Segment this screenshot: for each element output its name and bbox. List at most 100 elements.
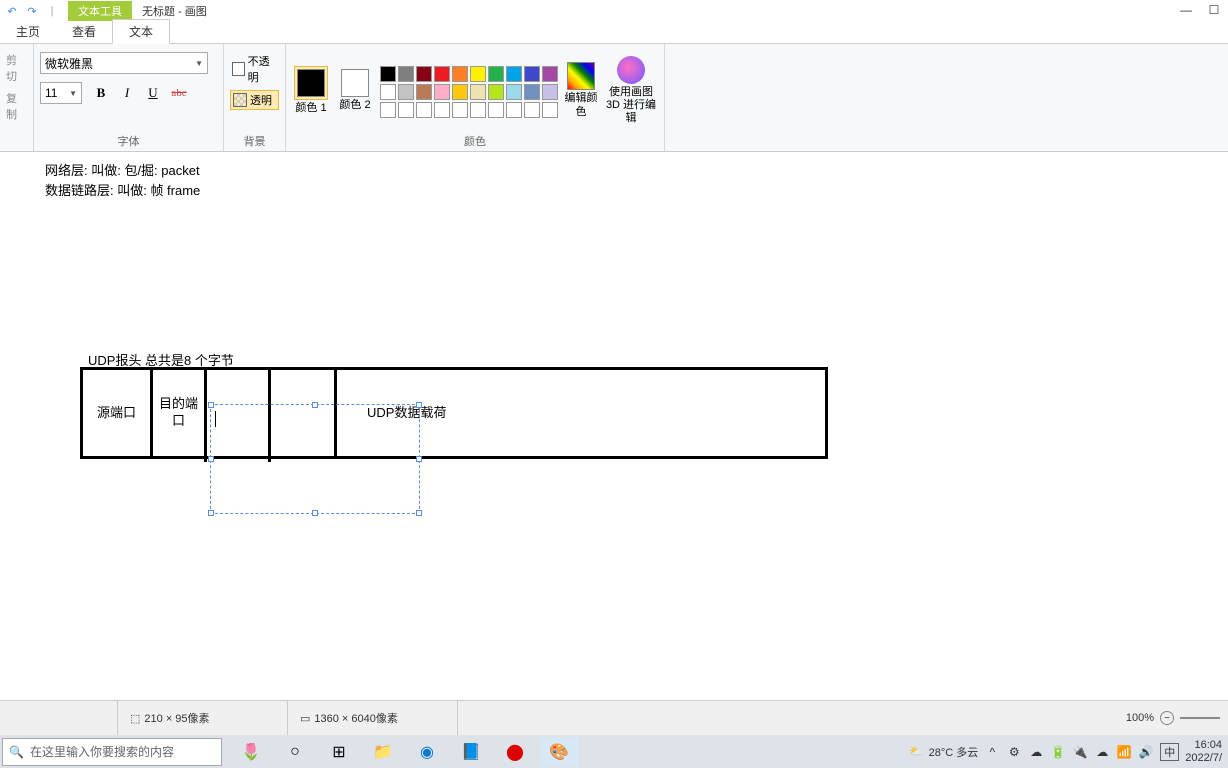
weather-icon[interactable]: ⛅ (909, 745, 923, 758)
undo-icon[interactable]: ↶ (4, 3, 20, 19)
taskview-icon[interactable]: ⊞ (320, 737, 358, 767)
opaque-icon (232, 62, 245, 76)
bold-button[interactable]: B (92, 84, 110, 102)
color-swatch[interactable] (488, 102, 504, 118)
color-swatch[interactable] (542, 102, 558, 118)
color-swatch[interactable] (506, 66, 522, 82)
record-icon[interactable]: ⬤ (496, 737, 534, 767)
italic-button[interactable]: I (118, 84, 136, 102)
cortana-icon[interactable]: ○ (276, 737, 314, 767)
titlebar: ↶ ↷ | 文本工具 无标题 - 画图 — ☐ (0, 0, 1228, 22)
canvas-text-line2: 数据链路层: 叫做: 帧 frame (45, 180, 200, 199)
battery-icon[interactable]: 🔋 (1050, 744, 1066, 760)
search-icon: 🔍 (9, 745, 24, 759)
color-swatch[interactable] (506, 84, 522, 100)
font-group: 微软雅黑 ▼ 11 ▼ B I U abc 字体 (34, 44, 224, 151)
statusbar: ⬚ 210 × 95像素 ▭ 1360 × 6040像素 100% − (0, 700, 1228, 735)
edit-colors-button[interactable]: 编辑颜色 (564, 58, 598, 118)
canvas-text-line1: 网络层: 叫做: 包/掘: packet (45, 160, 200, 179)
color-swatch[interactable] (398, 66, 414, 82)
paint3d-label: 使用画图 3D 进行编辑 (604, 86, 658, 126)
udp-cell-src-port: 源端口 (83, 370, 153, 456)
copy-button[interactable]: 复制 (6, 88, 27, 124)
tab-text[interactable]: 文本 (112, 19, 170, 44)
paint3d-button[interactable]: 使用画图 3D 进行编辑 (604, 52, 658, 126)
color-swatch[interactable] (470, 84, 486, 100)
color-swatch[interactable] (434, 102, 450, 118)
cut-button[interactable]: 剪切 (6, 50, 27, 86)
color-swatch[interactable] (380, 84, 396, 100)
explorer-icon[interactable]: 📁 (364, 737, 402, 767)
clock-date[interactable]: 2022/7/ (1185, 752, 1222, 764)
color-swatch[interactable] (434, 66, 450, 82)
font-size-select[interactable]: 11 ▼ (40, 82, 82, 104)
text-selection-box[interactable] (210, 404, 420, 514)
color-swatch[interactable] (398, 102, 414, 118)
color-swatch[interactable] (380, 66, 396, 82)
canvas[interactable]: 网络层: 叫做: 包/掘: packet 数据链路层: 叫做: 帧 frame … (0, 152, 1228, 700)
colors-group: 颜色 1 颜色 2 编辑颜色 使用画图 3D 进行编辑 颜色 (286, 44, 665, 151)
clock-time[interactable]: 16:04 (1185, 739, 1222, 751)
ime-indicator[interactable]: 中 (1160, 743, 1179, 761)
color2-button[interactable]: 颜色 2 (336, 65, 374, 112)
volume-icon[interactable]: 🔊 (1138, 744, 1154, 760)
weather-text[interactable]: 28°C 多云 (929, 744, 979, 760)
zoom-control: 100% − (1126, 711, 1228, 725)
chevron-up-icon[interactable]: ^ (984, 744, 1000, 760)
font-family-value: 微软雅黑 (45, 55, 93, 72)
color-swatch[interactable] (416, 66, 432, 82)
ribbon-tabs: 主页 查看 文本 (0, 22, 1228, 44)
contextual-tab-label: 文本工具 (68, 1, 132, 21)
wifi-icon[interactable]: 📶 (1116, 744, 1132, 760)
app-icon-2[interactable]: 📘 (452, 737, 490, 767)
edge-icon[interactable]: ◉ (408, 737, 446, 767)
color-swatch[interactable] (488, 84, 504, 100)
udp-diagram: 源端口 目的端口 UDP数据载荷 (80, 367, 828, 459)
minimize-button[interactable]: — (1172, 0, 1200, 20)
tab-view[interactable]: 查看 (56, 20, 112, 43)
color-swatch[interactable] (380, 102, 396, 118)
color-palette (380, 60, 558, 118)
redo-icon[interactable]: ↷ (24, 3, 40, 19)
paint-icon[interactable]: 🎨 (540, 737, 578, 767)
strikethrough-button[interactable]: abc (170, 84, 188, 102)
color-swatch[interactable] (398, 84, 414, 100)
search-box[interactable]: 🔍 在这里输入你要搜索的内容 (2, 738, 222, 766)
font-family-select[interactable]: 微软雅黑 ▼ (40, 52, 208, 74)
color-swatch[interactable] (416, 102, 432, 118)
tray-icon-1[interactable]: ⚙ (1006, 744, 1022, 760)
ribbon: 剪切 复制 微软雅黑 ▼ 11 ▼ B I U ab (0, 44, 1228, 152)
tab-home[interactable]: 主页 (0, 20, 56, 43)
color-swatch[interactable] (506, 102, 522, 118)
color-swatch[interactable] (470, 66, 486, 82)
color-swatch[interactable] (542, 66, 558, 82)
tray-icon-2[interactable]: ☁ (1028, 744, 1044, 760)
color-swatch[interactable] (488, 66, 504, 82)
status-canvas-size: ▭ 1360 × 6040像素 (288, 701, 458, 735)
usb-icon[interactable]: 🔌 (1072, 744, 1088, 760)
clipboard-group: 剪切 复制 (0, 44, 34, 151)
color1-button[interactable]: 颜色 1 (292, 62, 330, 115)
color-swatch[interactable] (542, 84, 558, 100)
color-swatch[interactable] (470, 102, 486, 118)
quick-access-toolbar: ↶ ↷ | (0, 3, 60, 19)
underline-button[interactable]: U (144, 84, 162, 102)
color-swatch[interactable] (434, 84, 450, 100)
color-swatch[interactable] (416, 84, 432, 100)
zoom-slider[interactable] (1180, 717, 1220, 719)
maximize-button[interactable]: ☐ (1200, 0, 1228, 20)
transparent-option[interactable]: 透明 (230, 90, 279, 110)
color-swatch[interactable] (524, 66, 540, 82)
opaque-option[interactable]: 不透明 (230, 52, 279, 86)
canvas-size-value: 1360 × 6040像素 (314, 710, 397, 726)
app-icon-1[interactable]: 🌷 (232, 737, 270, 767)
zoom-out-button[interactable]: − (1160, 711, 1174, 725)
color-swatch[interactable] (452, 102, 468, 118)
color-swatch[interactable] (524, 84, 540, 100)
status-spacer (458, 701, 1126, 735)
color-swatch[interactable] (524, 102, 540, 118)
onedrive-icon[interactable]: ☁ (1094, 744, 1110, 760)
color-swatch[interactable] (452, 84, 468, 100)
canvas-size-icon: ▭ (300, 712, 310, 725)
color-swatch[interactable] (452, 66, 468, 82)
